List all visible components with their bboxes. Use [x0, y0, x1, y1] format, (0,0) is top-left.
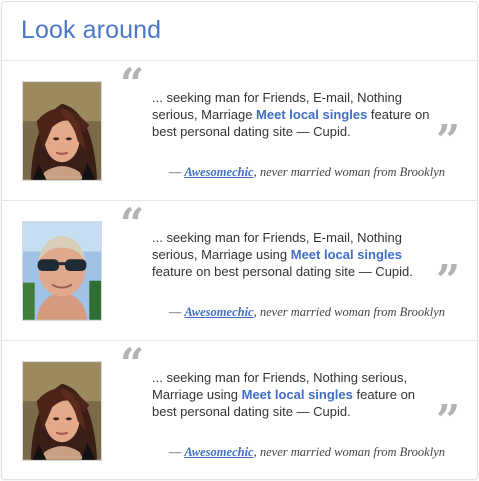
avatar[interactable] — [22, 221, 102, 321]
testimonial-attribution: — Awesomechic, never married woman from B… — [169, 305, 445, 320]
look-around-card: Look around “ ... seeking man for Friend… — [1, 1, 478, 480]
meet-local-singles-link[interactable]: Meet local singles — [256, 107, 367, 122]
man-photo-icon — [23, 222, 101, 320]
testimonial-text: ... seeking man for Friends, E-mail, Not… — [152, 89, 432, 140]
testimonial-attribution: — Awesomechic, never married woman from B… — [169, 165, 445, 180]
testimonial-item: “ ... seeking man for Friends, E-mail, N… — [2, 201, 477, 341]
username-link[interactable]: Awesomechic — [184, 445, 253, 459]
testimonial-text: ... seeking man for Friends, Nothing ser… — [152, 369, 432, 420]
open-quote-icon: “ — [120, 59, 145, 108]
testimonial-text: ... seeking man for Friends, E-mail, Not… — [152, 229, 432, 280]
testimonial-attribution: — Awesomechic, never married woman from B… — [169, 445, 445, 460]
username-link[interactable]: Awesomechic — [184, 165, 253, 179]
close-quote-icon: ” — [436, 116, 461, 165]
user-description: , never married woman from Brooklyn — [253, 305, 445, 319]
user-description: , never married woman from Brooklyn — [253, 445, 445, 459]
section-title: Look around — [21, 16, 162, 44]
woman-photo-icon — [23, 82, 101, 180]
avatar[interactable] — [22, 361, 102, 461]
meet-local-singles-link[interactable]: Meet local singles — [291, 247, 402, 262]
open-quote-icon: “ — [120, 339, 145, 388]
username-link[interactable]: Awesomechic — [184, 305, 253, 319]
attribution-dash: — — [168, 165, 182, 179]
attribution-dash: — — [168, 445, 182, 459]
close-quote-icon: ” — [436, 256, 461, 305]
avatar[interactable] — [22, 81, 102, 181]
testimonial-item: “ ... seeking man for Friends, E-mail, N… — [2, 61, 477, 201]
testimonial-text-after: feature on best personal dating site — C… — [152, 264, 413, 279]
open-quote-icon: “ — [120, 199, 145, 248]
attribution-dash: — — [168, 305, 182, 319]
close-quote-icon: ” — [436, 396, 461, 445]
woman-photo-icon — [23, 362, 101, 460]
meet-local-singles-link[interactable]: Meet local singles — [242, 387, 353, 402]
user-description: , never married woman from Brooklyn — [253, 165, 445, 179]
testimonial-item: “ ... seeking man for Friends, Nothing s… — [2, 339, 477, 479]
